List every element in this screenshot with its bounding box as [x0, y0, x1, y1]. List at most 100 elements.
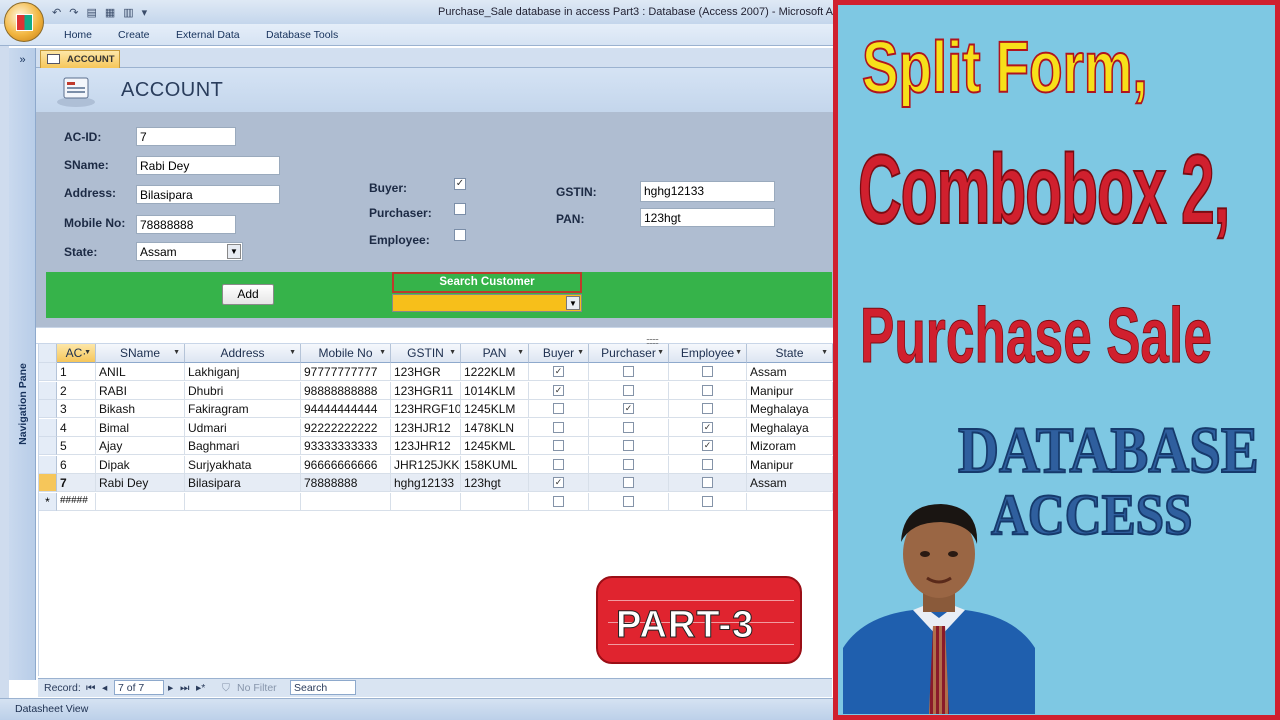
mobile-field[interactable]: 78888888 — [136, 215, 236, 234]
purchaser-checkbox[interactable]: ✓ — [623, 403, 634, 414]
cell-sname[interactable]: RABI — [96, 382, 185, 400]
cell-id[interactable]: 1 — [57, 363, 96, 381]
last-record-icon[interactable]: ⏭ — [180, 682, 189, 695]
cell-gstin[interactable]: 123HGR — [391, 363, 461, 381]
cell-pan[interactable]: 1245KLM — [461, 400, 529, 418]
cell-employee[interactable] — [669, 400, 747, 418]
cell-gstin[interactable]: 123HGR11 — [391, 382, 461, 400]
cell-employee[interactable] — [669, 493, 747, 511]
buyer-checkbox[interactable] — [553, 440, 564, 451]
cell-purchaser[interactable] — [589, 419, 669, 437]
cell-id[interactable]: 5 — [57, 437, 96, 455]
cell-gstin[interactable]: 123JHR12 — [391, 437, 461, 455]
cell-pan[interactable]: 1478KLN — [461, 419, 529, 437]
cell-buyer[interactable] — [529, 437, 589, 455]
cell-employee[interactable] — [669, 382, 747, 400]
purchaser-checkbox[interactable] — [623, 422, 634, 433]
cell-state[interactable]: Mizoram — [747, 437, 833, 455]
purchaser-checkbox[interactable] — [623, 459, 634, 470]
cell-purchaser[interactable]: ✓ — [589, 400, 669, 418]
sort-filter-icon[interactable]: ▼ — [84, 344, 91, 362]
tab-database-tools[interactable]: Database Tools — [266, 29, 338, 41]
cell-buyer[interactable]: ✓ — [529, 382, 589, 400]
add-button[interactable]: Add — [222, 284, 274, 305]
tab-account[interactable]: ACCOUNT — [40, 50, 120, 68]
cell-mobile[interactable]: 93333333333 — [301, 437, 391, 455]
cell-pan[interactable]: 1222KLM — [461, 363, 529, 381]
buyer-checkbox[interactable] — [553, 422, 564, 433]
employee-checkbox[interactable]: ✓ — [702, 422, 713, 433]
cell-sname[interactable]: Rabi Dey — [96, 474, 185, 492]
cell-employee[interactable] — [669, 363, 747, 381]
cell-address[interactable] — [185, 493, 301, 511]
open-icon[interactable]: ▥ — [123, 6, 133, 19]
cell-address[interactable]: Udmari — [185, 419, 301, 437]
column-header-mobile[interactable]: Mobile No ▼ — [301, 344, 391, 363]
search-customer-combobox[interactable]: ▼ — [392, 294, 582, 312]
cell-address[interactable]: Dhubri — [185, 382, 301, 400]
office-button[interactable] — [4, 2, 44, 42]
column-header-sname[interactable]: SName ▼ — [96, 344, 185, 363]
select-all-cell[interactable] — [39, 344, 57, 363]
cell-buyer[interactable] — [529, 400, 589, 418]
buyer-checkbox[interactable]: ✓ — [553, 477, 564, 488]
address-field[interactable]: Bilasipara — [136, 185, 280, 204]
previous-record-icon[interactable]: ◂ — [102, 682, 107, 694]
purchaser-checkbox[interactable] — [623, 496, 634, 507]
expand-nav-icon[interactable]: » — [9, 54, 36, 66]
cell-pan[interactable] — [461, 493, 529, 511]
column-header-buyer[interactable]: Buyer ▼ — [529, 344, 589, 363]
cell-sname[interactable] — [96, 493, 185, 511]
cell-id[interactable]: 7 — [57, 474, 96, 492]
cell-purchaser[interactable] — [589, 363, 669, 381]
cell-gstin[interactable]: 123HRGF10 — [391, 400, 461, 418]
column-header-address[interactable]: Address ▼ — [185, 344, 301, 363]
column-header-state[interactable]: State ▼ — [747, 344, 833, 363]
cell-state[interactable]: Assam — [747, 363, 833, 381]
cell-pan[interactable]: 123hgt — [461, 474, 529, 492]
employee-checkbox[interactable] — [702, 477, 713, 488]
view-icon[interactable]: ▦ — [105, 6, 115, 19]
cell-pan[interactable]: 1014KLM — [461, 382, 529, 400]
new-record-icon[interactable]: ▸* — [196, 682, 205, 694]
tab-external-data[interactable]: External Data — [176, 29, 240, 41]
tab-create[interactable]: Create — [118, 29, 150, 41]
cell-id[interactable]: 2 — [57, 382, 96, 400]
purchaser-checkbox[interactable] — [454, 203, 466, 215]
cell-id[interactable]: ##### — [57, 493, 96, 511]
sname-field[interactable]: Rabi Dey — [136, 156, 280, 175]
column-header-purchaser[interactable]: Purchaser ▼ — [589, 344, 669, 363]
no-filter-button[interactable]: No Filter — [237, 682, 277, 694]
purchaser-checkbox[interactable] — [623, 366, 634, 377]
cell-gstin[interactable]: hghg12133 — [391, 474, 461, 492]
cell-mobile[interactable]: 97777777777 — [301, 363, 391, 381]
cell-buyer[interactable]: ✓ — [529, 363, 589, 381]
new-record-selector[interactable]: * — [39, 493, 57, 511]
cell-mobile[interactable]: 94444444444 — [301, 400, 391, 418]
sort-filter-icon[interactable]: ▼ — [379, 344, 386, 362]
employee-checkbox[interactable] — [702, 366, 713, 377]
cell-pan[interactable]: 158KUML — [461, 456, 529, 474]
employee-checkbox[interactable]: ✓ — [702, 440, 713, 451]
cell-mobile[interactable]: 78888888 — [301, 474, 391, 492]
acid-field[interactable]: 7 — [136, 127, 236, 146]
buyer-checkbox[interactable] — [553, 496, 564, 507]
sort-filter-icon[interactable]: ▼ — [821, 344, 828, 362]
cell-purchaser[interactable] — [589, 382, 669, 400]
record-position-field[interactable]: 7 of 7 — [114, 680, 164, 695]
employee-checkbox[interactable] — [702, 403, 713, 414]
cell-purchaser[interactable] — [589, 474, 669, 492]
record-selector[interactable] — [39, 437, 57, 455]
purchaser-checkbox[interactable] — [623, 440, 634, 451]
column-header-employee[interactable]: Employee ▼ — [669, 344, 747, 363]
filter-icon[interactable]: ⛉ — [222, 682, 230, 695]
cell-buyer[interactable] — [529, 419, 589, 437]
purchaser-checkbox[interactable] — [623, 477, 634, 488]
buyer-checkbox[interactable] — [553, 403, 564, 414]
employee-checkbox[interactable] — [702, 385, 713, 396]
buyer-checkbox[interactable]: ✓ — [553, 385, 564, 396]
cell-sname[interactable]: Bikash — [96, 400, 185, 418]
record-selector[interactable] — [39, 474, 57, 492]
cell-sname[interactable]: Dipak — [96, 456, 185, 474]
customize-qat-icon[interactable]: ▾ — [142, 6, 148, 19]
